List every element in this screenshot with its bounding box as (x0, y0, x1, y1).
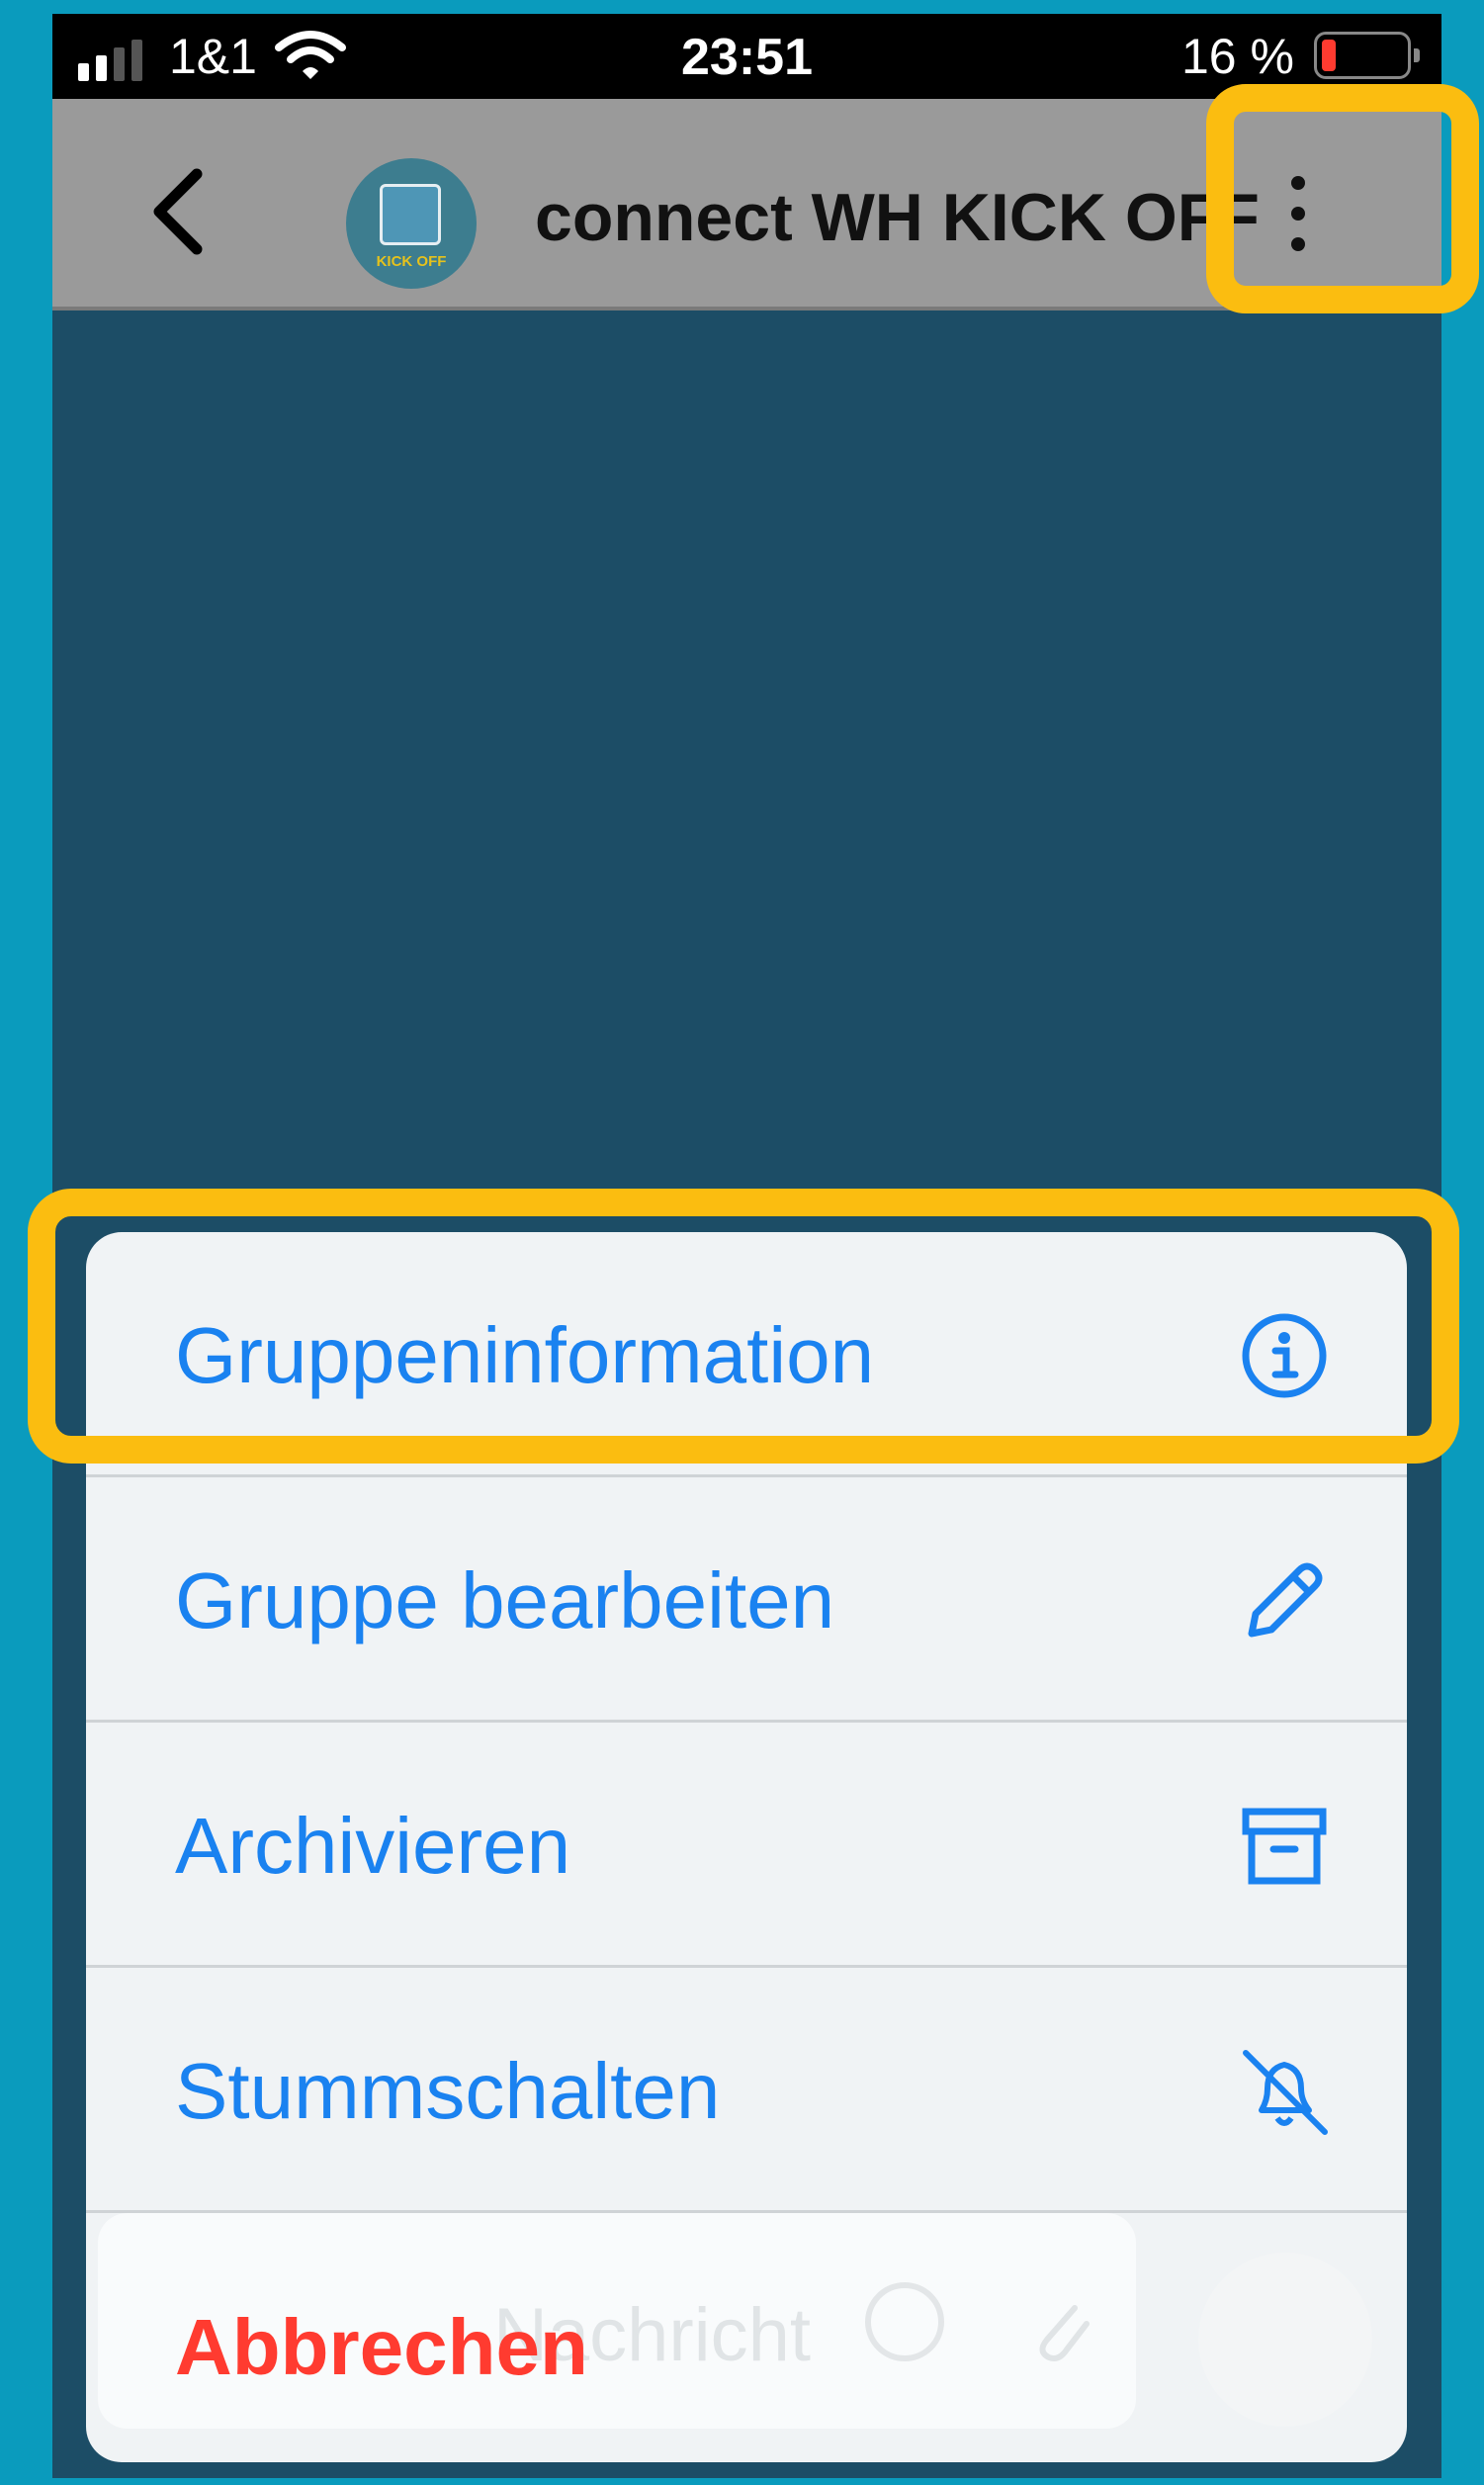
battery-percent: 16 % (1181, 29, 1294, 84)
menu-item-label: Archivieren (175, 1802, 571, 1890)
cancel-row[interactable]: Nachricht Abbrechen (86, 2213, 1407, 2462)
send-icon (1198, 2253, 1372, 2427)
group-title[interactable]: connect WH KICK OFF (535, 168, 1262, 267)
group-avatar[interactable]: KICK OFF (346, 158, 477, 289)
bell-off-icon (1243, 2050, 1328, 2135)
menu-item-gruppe-bearbeiten[interactable]: Gruppe bearbeiten (86, 1477, 1407, 1723)
back-button[interactable] (141, 162, 220, 261)
chevron-left-icon (153, 168, 203, 255)
highlight-menu-button (1206, 84, 1479, 313)
archive-icon (1242, 1808, 1327, 1885)
menu-item-label: Gruppe bearbeiten (175, 1556, 835, 1644)
menu-item-archivieren[interactable]: Archivieren (86, 1723, 1407, 1968)
paperclip-icon (1039, 2305, 1090, 2361)
cancel-button[interactable]: Abbrechen (175, 2302, 588, 2393)
battery-icon (1314, 32, 1420, 79)
pencil-icon (1248, 1562, 1323, 1638)
menu-item-label: Stummschalten (175, 2047, 721, 2135)
avatar-label: KICK OFF (376, 253, 447, 270)
plus-circle-icon (865, 2282, 944, 2361)
menu-item-stummschalten[interactable]: Stummschalten (86, 1968, 1407, 2213)
highlight-gruppeninformation (28, 1189, 1459, 1464)
